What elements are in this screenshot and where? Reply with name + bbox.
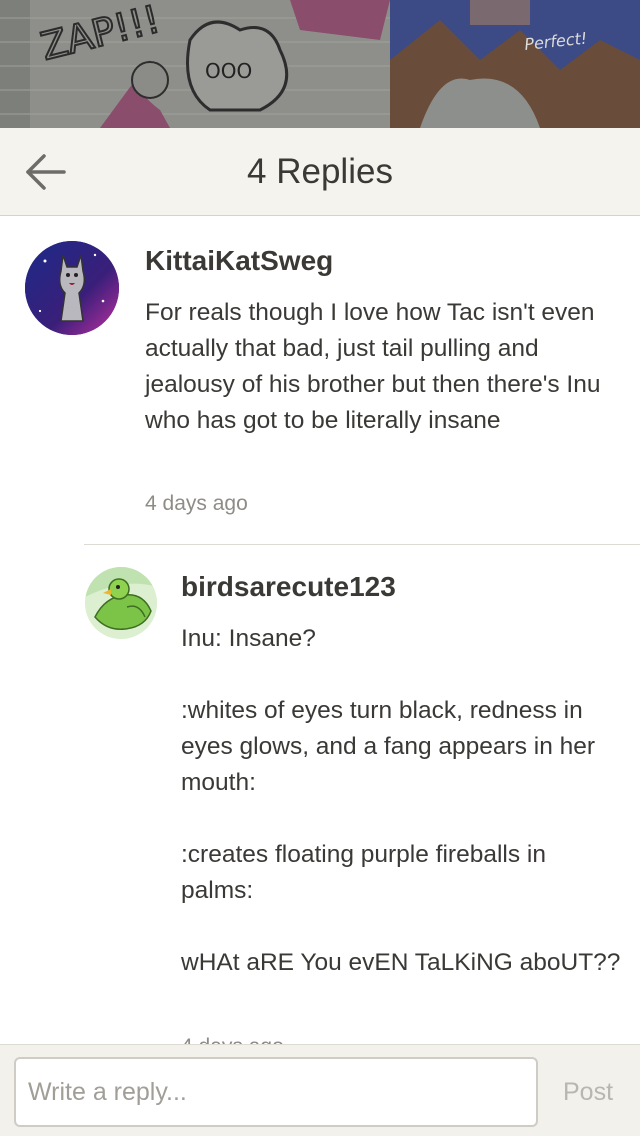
top-nav-bar: 4 Replies <box>0 128 640 216</box>
comment-item: birdsarecute123 Inu: Insane? :whites of … <box>0 545 640 1044</box>
post-button[interactable]: Post <box>548 1057 628 1127</box>
comment-thread: KittaiKatSweg For reals though I love ho… <box>0 217 640 1044</box>
svg-text:OOO: OOO <box>205 59 252 83</box>
avatar-image <box>85 567 157 639</box>
comment-timestamp: 4 days ago <box>181 1035 284 1044</box>
avatar[interactable] <box>85 567 157 639</box>
comment-username[interactable]: KittaiKatSweg <box>145 245 333 277</box>
replies-screen: ZAP!!! OOO Perfect! 4 Replies KittaiKatS… <box>0 0 640 1136</box>
reply-composer: Post <box>0 1044 640 1136</box>
comment-text: Inu: Insane? :whites of eyes turn black,… <box>181 625 621 976</box>
avatar[interactable] <box>25 241 119 335</box>
comment-item: KittaiKatSweg For reals though I love ho… <box>0 217 640 545</box>
comment-text: For reals though I love how Tac isn't ev… <box>145 299 608 434</box>
comment-username[interactable]: birdsarecute123 <box>181 571 396 603</box>
avatar-image <box>25 241 119 335</box>
artwork-image: ZAP!!! OOO Perfect! <box>0 0 640 128</box>
reply-input[interactable] <box>14 1057 538 1127</box>
post-artwork-banner: ZAP!!! OOO Perfect! <box>0 0 640 128</box>
page-title: 4 Replies <box>247 152 393 191</box>
comment-timestamp: 4 days ago <box>145 492 248 515</box>
